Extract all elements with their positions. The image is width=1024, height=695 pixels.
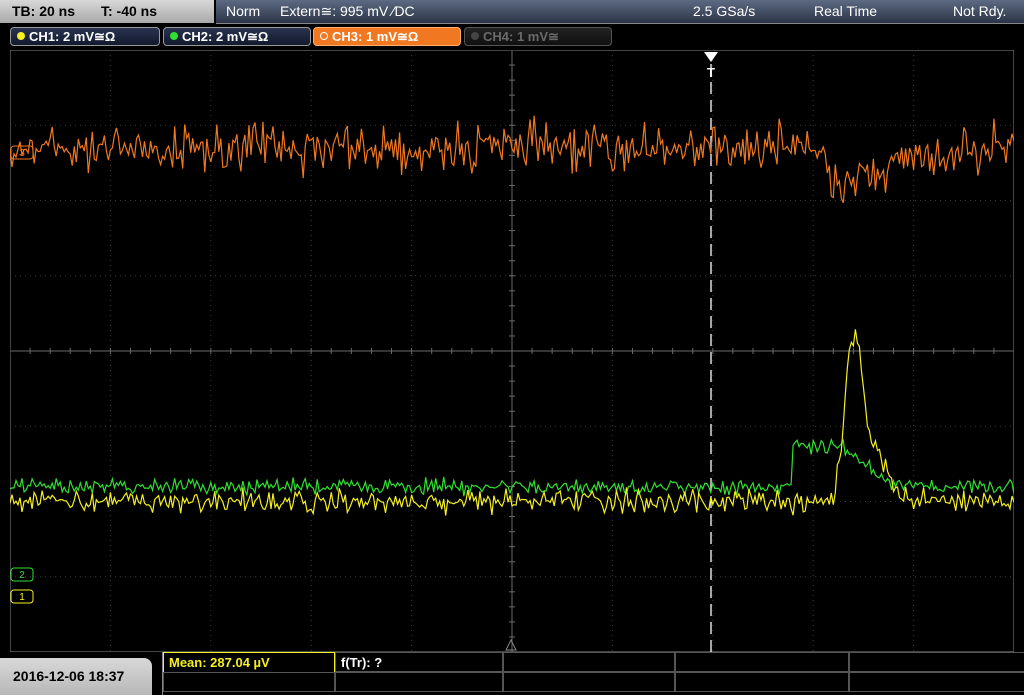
waveform-display[interactable]: T 3 2 1 — [10, 50, 1014, 652]
channel-tabs: CH1: 2 mV≅Ω CH2: 2 mV≅Ω CH3: 1 mV≅Ω CH4:… — [0, 25, 1024, 49]
channel-3-marker-label: 3 — [19, 148, 25, 159]
channel-4-dot-icon — [471, 32, 479, 40]
channel-2-dot-icon — [170, 32, 178, 40]
top-status-bar: TB: 20 ns T: -40 ns Norm Extern≅: 995 mV… — [0, 0, 1024, 24]
bottom-bar: 2016-12-06 18:37 Mean: 287.04 µV f(Tr): … — [0, 652, 1024, 695]
trigger-acq-panel[interactable]: Norm Extern≅: 995 mV ∕DC 2.5 GSa/s Real … — [216, 0, 1024, 24]
measurement-cell-9[interactable] — [675, 672, 849, 692]
measurement-cell-4[interactable] — [675, 652, 849, 672]
channel-1-dot-icon — [17, 32, 25, 40]
date-time: 2016-12-06 18:37 — [13, 668, 125, 684]
channel-1-marker-label: 1 — [19, 592, 25, 603]
measurement-cell-10[interactable] — [849, 672, 1024, 692]
measurement-cell-3[interactable] — [503, 652, 675, 672]
measurement-cell-8[interactable] — [503, 672, 675, 692]
acquisition-state: Not Rdy. — [953, 3, 1007, 19]
measurement-cell-5[interactable] — [849, 652, 1024, 672]
channel-2-marker-label: 2 — [19, 570, 25, 581]
channel-2-tab[interactable]: CH2: 2 mV≅Ω — [163, 27, 311, 46]
trigger-position: T: -40 ns — [101, 3, 158, 19]
channel-3-tab[interactable]: CH3: 1 mV≅Ω — [313, 27, 461, 46]
timebase-panel[interactable]: TB: 20 ns T: -40 ns — [0, 0, 214, 23]
channel-3-dot-icon — [320, 32, 328, 40]
channel-1-label: CH1: 2 mV≅Ω — [29, 29, 116, 44]
mean-measurement: Mean: 287.04 µV — [169, 655, 270, 670]
timebase-value: TB: 20 ns — [12, 3, 76, 19]
date-time-panel: 2016-12-06 18:37 — [0, 658, 152, 695]
channel-1-tab[interactable]: CH1: 2 mV≅Ω — [10, 27, 160, 46]
trigger-mode: Norm — [226, 3, 261, 19]
channel-4-label: CH4: 1 mV≅ — [483, 29, 559, 44]
measurement-cell-7[interactable] — [335, 672, 503, 692]
channel-2-label: CH2: 2 mV≅Ω — [182, 29, 269, 44]
measurement-panel[interactable]: Mean: 287.04 µV f(Tr): ? — [162, 652, 1024, 695]
channel-4-tab[interactable]: CH4: 1 mV≅ — [464, 27, 612, 46]
acquisition-mode: Real Time — [814, 3, 878, 19]
ftr-measurement: f(Tr): ? — [341, 655, 383, 670]
sample-rate: 2.5 GSa/s — [693, 3, 756, 19]
channel-3-label: CH3: 1 mV≅Ω — [332, 29, 419, 44]
trigger-source: Extern≅: 995 mV ∕DC — [280, 3, 415, 19]
trigger-marker-label: T — [707, 65, 715, 80]
measurement-cell-6[interactable] — [163, 672, 335, 692]
